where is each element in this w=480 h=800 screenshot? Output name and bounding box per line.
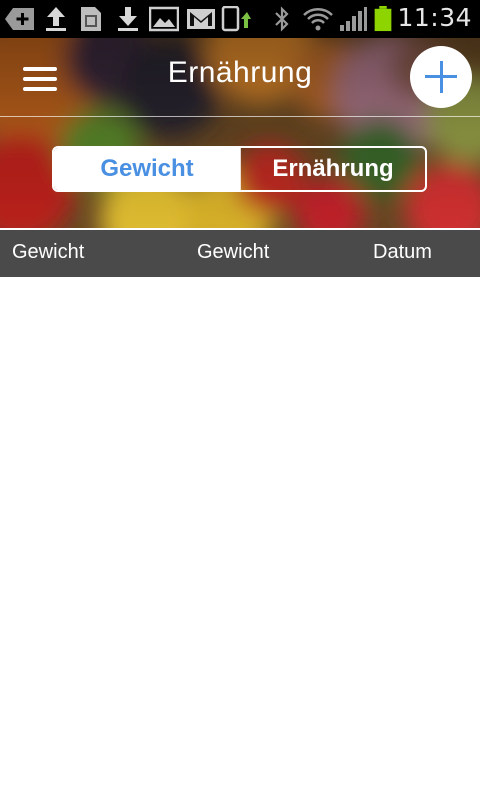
tab-ernaehrung[interactable]: Ernährung [240,148,425,190]
table-body [0,277,480,800]
battery-icon [374,6,392,32]
phone-sync-icon [221,6,251,32]
column-header-gewicht: Gewicht [12,241,85,263]
download-icon [118,7,138,31]
status-bar: 11:34 [0,0,480,38]
column-header-datum: Datum [373,241,432,263]
gmail-icon [187,9,215,29]
upload-icon [46,7,66,31]
plus-icon [439,61,443,93]
page-title: Ernährung [167,56,313,89]
column-header-gewicht-2: Gewicht [197,241,270,263]
tab-gewicht[interactable]: Gewicht [54,148,240,190]
add-button[interactable] [410,46,472,108]
bluetooth-icon [275,6,289,32]
status-time: 11:34 [397,3,472,32]
table-header: Gewicht Gewicht Datum [0,230,480,277]
wifi-icon [303,8,333,31]
add-notification-icon [5,8,34,30]
sim-card-icon [81,7,101,31]
segmented-control: Gewicht Ernährung [52,146,427,192]
header-divider [0,116,480,117]
signal-icon [340,7,367,31]
header: Ernährung Gewicht Ernährung [0,38,480,228]
gallery-icon [149,6,179,32]
